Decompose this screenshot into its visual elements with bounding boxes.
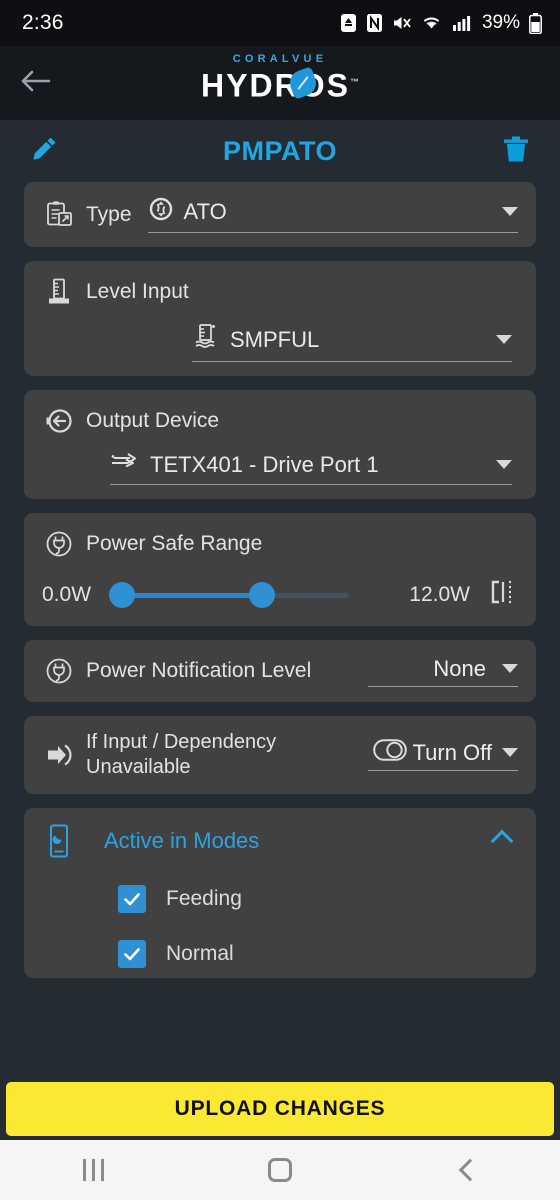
slider-thumb-min[interactable] — [109, 581, 136, 608]
clipboard-export-icon — [42, 198, 76, 232]
android-nav-bar — [0, 1140, 560, 1200]
status-bar-icons: 39% — [340, 12, 542, 34]
back-chevron-icon — [458, 1158, 481, 1182]
active-in-modes-title: Active in Modes — [104, 828, 260, 853]
card-type: Type ATO — [24, 182, 536, 247]
level-input-label: Level Input — [86, 280, 189, 303]
mode-label-normal: Normal — [166, 942, 234, 965]
power-range-max-value: 12.0W — [409, 582, 470, 606]
chevron-down-icon[interactable] — [496, 460, 512, 469]
mute-icon — [392, 13, 412, 33]
power-notification-select[interactable]: None — [368, 656, 518, 687]
arrow-left-icon — [20, 68, 52, 99]
dependency-label-line1: If Input / Dependency — [86, 731, 277, 753]
pencil-icon — [29, 134, 59, 169]
dependency-unavailable-value: Turn Off — [412, 739, 492, 765]
card-active-in-modes: Active in Modes Feeding Normal — [24, 808, 536, 978]
chevron-up-icon[interactable] — [490, 829, 514, 853]
power-notification-label: Power Notification Level — [86, 659, 312, 682]
card-output-device: Output Device TETX401 - Drive Port 1 — [24, 390, 536, 499]
output-device-label: Output Device — [86, 409, 220, 432]
mobile-wave-icon — [42, 824, 76, 858]
brand-coralvue: CORALVUE — [232, 53, 328, 65]
brand-hydros: HYDROS™ — [201, 65, 359, 103]
type-label: Type — [86, 202, 132, 226]
power-safe-range-label: Power Safe Range — [86, 532, 263, 555]
home-icon — [267, 1158, 292, 1182]
upload-bar: UPLOAD CHANGES — [0, 1080, 560, 1140]
download-icon — [340, 13, 357, 33]
login-arrow-icon — [42, 738, 76, 772]
level-input-value: SMPFUL — [230, 326, 320, 352]
battery-percent-label: 39% — [481, 12, 520, 33]
trash-icon — [502, 134, 530, 169]
mode-item-normal[interactable]: Normal — [42, 940, 518, 968]
leaf-icon — [286, 66, 320, 100]
output-device-value: TETX401 - Drive Port 1 — [150, 451, 379, 477]
level-input-select[interactable]: SMPFUL — [192, 323, 512, 362]
status-bar: 2:36 39% — [0, 0, 560, 46]
card-dependency-unavailable: If Input / Dependency Unavailable Turn O… — [24, 716, 536, 794]
power-safe-range-slider-row: 0.0W 12.0W — [42, 577, 518, 612]
chevron-down-icon[interactable] — [502, 748, 518, 757]
status-bar-time: 2:36 — [22, 11, 64, 34]
dependency-label-line2: Unavailable — [86, 756, 191, 778]
chevron-down-icon[interactable] — [502, 207, 518, 216]
title-bar: PMPATO — [0, 120, 560, 182]
checkbox-normal[interactable] — [118, 940, 146, 968]
plug-circle-icon — [42, 527, 76, 561]
chevron-down-icon[interactable] — [496, 335, 512, 344]
power-notification-value: None — [433, 655, 486, 681]
page-title: PMPATO — [222, 135, 337, 166]
range-bracket-icon[interactable] — [488, 577, 518, 612]
card-level-input: Level Input SMPFUL — [24, 261, 536, 376]
brand-tm: ™ — [349, 77, 359, 87]
signal-icon — [451, 13, 471, 33]
slider-thumb-max[interactable] — [249, 581, 276, 608]
app-bar: CORALVUE HYDROS™ — [0, 46, 560, 120]
output-arrow-icon — [42, 404, 76, 438]
plug-circle-icon — [42, 654, 76, 688]
nfc-icon — [366, 13, 383, 33]
type-value: ATO — [183, 198, 227, 224]
checkbox-feeding[interactable] — [118, 885, 146, 913]
card-power-notification-level: Power Notification Level None — [24, 640, 536, 702]
battery-icon — [529, 12, 542, 34]
delete-button[interactable] — [494, 129, 538, 173]
power-range-min-value: 0.0W — [42, 582, 92, 606]
app-screen: 2:36 39% CORALVUE HYDROS™ PMPATO Type AT… — [0, 0, 560, 1200]
brand-logo: CORALVUE HYDROS™ — [0, 53, 560, 103]
active-in-modes-header[interactable]: Active in Modes — [42, 824, 518, 858]
card-power-safe-range: Power Safe Range 0.0W 12.0W — [24, 513, 536, 626]
home-button[interactable] — [250, 1140, 310, 1200]
recents-button[interactable] — [63, 1140, 123, 1200]
water-level-sensor-icon — [192, 323, 220, 356]
edit-button[interactable] — [22, 129, 66, 173]
mode-item-feeding[interactable]: Feeding — [42, 885, 518, 913]
ruler-icon — [42, 275, 76, 309]
chevron-down-icon[interactable] — [502, 664, 518, 673]
dependency-unavailable-select[interactable]: Turn Off — [368, 739, 518, 771]
brand-hydros-text: HYDROS — [201, 67, 350, 104]
drive-port-icon — [110, 450, 140, 479]
back-button[interactable] — [0, 68, 72, 99]
sync-icon — [148, 196, 174, 227]
nav-back-button[interactable] — [437, 1140, 497, 1200]
upload-changes-button[interactable]: UPLOAD CHANGES — [6, 1082, 554, 1136]
mode-label-feeding: Feeding — [166, 887, 242, 910]
wifi-icon — [421, 13, 442, 33]
dependency-unavailable-label: If Input / Dependency Unavailable — [86, 730, 276, 780]
type-select[interactable]: ATO — [147, 196, 518, 233]
recents-icon — [82, 1159, 104, 1181]
output-device-select[interactable]: TETX401 - Drive Port 1 — [110, 450, 512, 485]
toggle-icon — [372, 739, 407, 766]
power-range-slider[interactable] — [109, 581, 350, 608]
settings-scroll-area[interactable]: Type ATO Level Input SMPFUL Output Devic… — [0, 182, 560, 1080]
